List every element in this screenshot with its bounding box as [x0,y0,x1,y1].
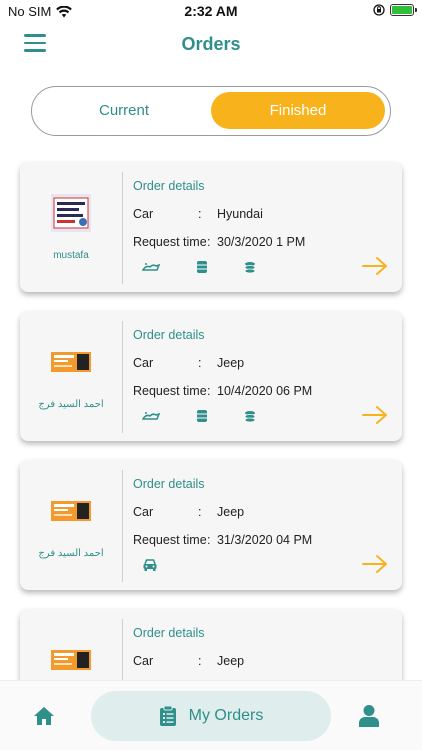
request-time-value: 10/4/2020 06 PM [217,384,313,398]
my-orders-label: My Orders [188,707,264,724]
order-details-title: Order details [133,477,205,491]
car-wash-icon [142,263,160,271]
car-value: Jeep [217,356,245,370]
status-right [373,4,417,16]
order-details-title: Order details [133,626,205,640]
car-label: Car [133,207,154,221]
home-icon[interactable] [33,705,55,727]
time-colon: : [207,235,211,249]
coins-icon [244,411,256,422]
oil-barrel-icon [197,261,207,273]
request-time-value: 30/3/2020 1 PM [217,235,306,249]
order-status-toggle: Current Finished [31,86,391,136]
customer-name: احمد السيد فرج [38,399,104,410]
car-colon: : [198,207,202,221]
service-icons [142,260,256,274]
car-label: Car [133,356,154,370]
car-wash-icon [142,412,160,420]
request-time-label: Request time [133,384,207,398]
request-time-value: 31/3/2020 04 PM [217,533,313,547]
car-value: Jeep [217,505,245,519]
bottom-nav: My Orders [0,680,422,750]
header: Orders [0,22,422,66]
car-colon: : [198,356,202,370]
request-time-label: Request time [133,235,207,249]
battery-icon [390,4,417,16]
my-orders-button[interactable]: My Orders [91,691,331,741]
tab-current[interactable]: Current [36,92,212,129]
tab-finished[interactable]: Finished [211,92,385,129]
order-details-title: Order details [133,179,205,193]
car-colon: : [198,654,202,668]
order-details-title: Order details [133,328,205,342]
profile-icon[interactable] [358,704,380,728]
arrow-right-icon[interactable] [362,405,388,425]
car-value: Hyundai [217,207,263,221]
car-colon: : [198,505,202,519]
divider [122,470,123,582]
order-card[interactable]: mustafa Order details Car : Hyundai Requ… [20,162,402,292]
order-card[interactable]: احمد السيد فرج Order details Car : Jeep … [20,460,402,590]
status-time: 2:32 AM [184,3,238,19]
customer-name: احمد السيد فرج [38,548,104,559]
divider [122,321,123,433]
car-value: Jeep [217,654,245,668]
customer-avatar [51,501,91,521]
time-colon: : [207,384,211,398]
car-label: Car [133,505,154,519]
divider [122,172,123,284]
customer-name: mustafa [53,250,89,261]
service-icons [142,558,158,572]
request-time-label: Request time [133,533,207,547]
clipboard-list-icon [159,705,176,726]
coins-icon [244,262,256,273]
customer-avatar [51,194,91,232]
car-label: Car [133,654,154,668]
car-front-icon [143,559,157,571]
status-bar: No SIM 2:32 AM [0,0,422,22]
orientation-lock-icon [373,4,385,16]
arrow-right-icon[interactable] [362,554,388,574]
customer-avatar [51,352,91,372]
customer-panel: mustafa [20,162,122,292]
customer-avatar [51,650,91,670]
customer-panel: احمد السيد فرج [20,460,122,590]
time-colon: : [207,533,211,547]
arrow-right-icon[interactable] [362,256,388,276]
service-icons [142,409,256,423]
page-title: Orders [181,34,241,54]
oil-barrel-icon [197,410,207,422]
customer-panel: احمد السيد فرج [20,311,122,441]
order-card[interactable]: احمد السيد فرج Order details Car : Jeep … [20,311,402,441]
